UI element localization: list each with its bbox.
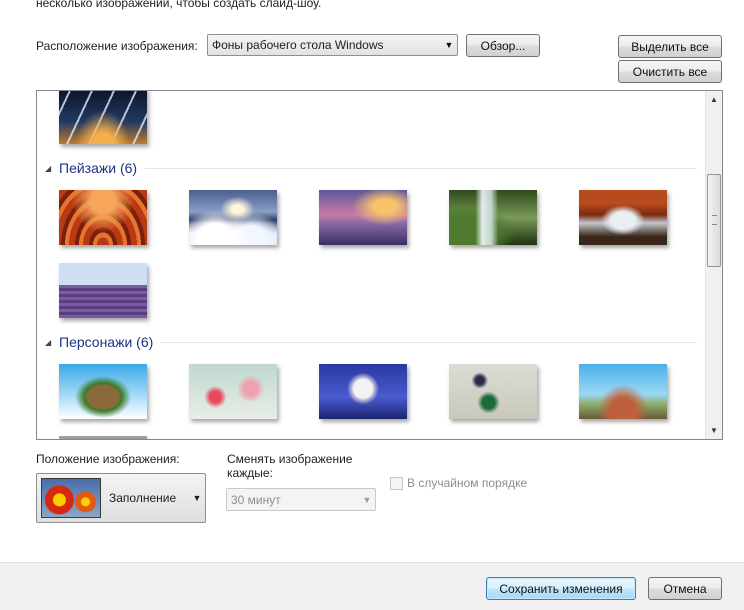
position-label: Положение изображения:: [36, 452, 180, 466]
group-divider: [145, 167, 697, 169]
wallpaper-thumbnail[interactable]: [579, 364, 667, 419]
chevron-down-icon: ▼: [192, 493, 202, 503]
image-list[interactable]: ◢ Пейзажи (6) ◢ Персонажи (6) ▲ ▼: [36, 90, 723, 440]
location-label: Расположение изображения:: [36, 39, 198, 53]
wallpaper-thumbnail[interactable]: [189, 364, 277, 419]
shuffle-checkbox: [390, 476, 403, 490]
wallpaper-thumbnail[interactable]: [449, 190, 537, 245]
position-value: Заполнение: [109, 491, 177, 505]
interval-value: 30 минут: [231, 492, 281, 507]
group-divider: [161, 341, 697, 343]
wallpaper-thumbnail[interactable]: [449, 364, 537, 419]
interval-dropdown: 30 минут ▼: [226, 488, 376, 511]
wallpaper-thumbnail[interactable]: [189, 190, 277, 245]
select-all-button[interactable]: Выделить все: [618, 35, 722, 58]
chevron-down-icon: ▼: [362, 494, 372, 505]
instruction-text: несколько изображений, чтобы создать сла…: [36, 0, 322, 10]
chevron-down-icon: ▼: [444, 40, 454, 50]
wallpaper-thumbnail[interactable]: [319, 190, 407, 245]
wallpaper-thumbnail[interactable]: [59, 436, 147, 439]
location-dropdown[interactable]: Фоны рабочего стола Windows ▼: [207, 34, 458, 56]
wallpaper-thumbnail[interactable]: [319, 364, 407, 419]
clear-all-button[interactable]: Очистить все: [618, 60, 722, 83]
collapse-triangle-icon[interactable]: ◢: [45, 338, 59, 347]
wallpaper-thumbnail[interactable]: [579, 190, 667, 245]
shuffle-label: В случайном порядке: [407, 476, 528, 490]
location-value: Фоны рабочего стола Windows: [212, 38, 384, 52]
save-changes-button[interactable]: Сохранить изменения: [486, 577, 636, 600]
group-title: Пейзажи (6): [59, 160, 138, 176]
group-title: Персонажи (6): [59, 334, 154, 350]
wallpaper-thumbnail[interactable]: [59, 91, 147, 144]
shuffle-option: В случайном порядке: [390, 476, 527, 490]
interval-label: Сменять изображение каждые:: [227, 452, 353, 480]
scroll-down-arrow-icon[interactable]: ▼: [706, 422, 722, 439]
scroll-thumb[interactable]: [707, 174, 721, 267]
position-preview-image: [41, 478, 101, 518]
scroll-up-arrow-icon[interactable]: ▲: [706, 91, 722, 108]
group-header-characters[interactable]: ◢ Персонажи (6): [45, 333, 697, 351]
cancel-button[interactable]: Отмена: [648, 577, 722, 600]
wallpaper-thumbnail[interactable]: [59, 364, 147, 419]
wallpaper-thumbnail[interactable]: [59, 263, 147, 318]
collapse-triangle-icon[interactable]: ◢: [45, 164, 59, 173]
wallpaper-thumbnail[interactable]: [59, 190, 147, 245]
group-header-landscapes[interactable]: ◢ Пейзажи (6): [45, 159, 697, 177]
browse-button[interactable]: Обзор...: [466, 34, 540, 57]
position-dropdown[interactable]: Заполнение ▼: [36, 473, 206, 523]
vertical-scrollbar[interactable]: ▲ ▼: [705, 91, 722, 439]
